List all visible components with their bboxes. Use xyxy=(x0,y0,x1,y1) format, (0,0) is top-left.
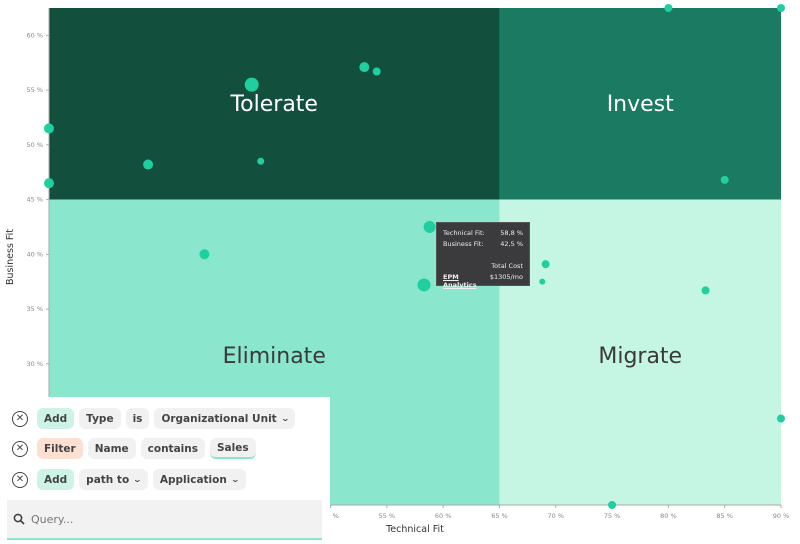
filter-operator-chip[interactable]: contains xyxy=(140,438,205,459)
data-point[interactable] xyxy=(372,67,381,76)
chevron-down-icon: ⌄ xyxy=(132,475,143,484)
filter-action-chip[interactable]: Filter xyxy=(37,438,83,459)
chevron-down-icon: ⌄ xyxy=(280,414,290,423)
tooltip-technical-value: 58,8 % xyxy=(500,229,523,237)
data-point[interactable] xyxy=(777,4,785,12)
filter-value-input[interactable]: Sales xyxy=(209,438,256,459)
tooltip-cost-value: $1305/mo xyxy=(489,273,523,281)
x-tick-label: 85 % xyxy=(716,512,733,520)
y-tick-label: 30 % xyxy=(26,360,43,368)
quadrant-label: Eliminate xyxy=(223,344,326,369)
filter-row: ✕ Filter Name contains Sales xyxy=(12,438,256,459)
target-type-label: Application xyxy=(159,473,227,486)
filter-panel: ✕ Add Type is Organizational Unit ⌄ ✕ Fil… xyxy=(0,397,330,544)
x-tick-label: 55 % xyxy=(379,512,396,520)
data-point[interactable] xyxy=(777,414,785,423)
filter-row: ✕ Add Type is Organizational Unit ⌄ xyxy=(12,408,296,429)
data-point[interactable] xyxy=(608,501,617,509)
data-point[interactable] xyxy=(701,286,710,295)
filter-row: ✕ Add path to ⌄ Application ⌄ xyxy=(12,469,246,490)
data-point[interactable] xyxy=(417,278,431,292)
quadrant-label: Migrate xyxy=(598,344,682,369)
tooltip-cost-label: Total Cost xyxy=(491,262,523,270)
x-axis-title: Technical Fit xyxy=(385,524,444,535)
filter-action-chip[interactable]: Add xyxy=(37,408,75,429)
x-tick-label: 70 % xyxy=(548,512,565,520)
data-point[interactable] xyxy=(44,123,54,134)
data-point[interactable] xyxy=(539,278,546,285)
circle-x-icon[interactable]: ✕ xyxy=(12,440,28,457)
data-point[interactable] xyxy=(44,178,54,189)
search-icon xyxy=(13,513,25,525)
point-tooltip: Technical Fit: 58,8 % Business Fit: 42,5 %… xyxy=(436,222,530,289)
y-tick-label: 35 % xyxy=(26,305,43,313)
data-point[interactable] xyxy=(359,62,370,73)
x-tick-label: 90 % xyxy=(773,512,790,520)
tooltip-business-value: 42,5 % xyxy=(500,240,523,248)
data-point[interactable] xyxy=(244,77,259,92)
x-tick-label: 75 % xyxy=(604,512,621,520)
data-point[interactable] xyxy=(664,4,673,12)
filter-value-label: Organizational Unit xyxy=(161,412,277,425)
filter-field-chip[interactable]: Type xyxy=(79,408,121,429)
x-tick-label: 60 % xyxy=(435,512,452,520)
relation-label: path to xyxy=(86,473,130,486)
data-point[interactable] xyxy=(541,260,550,269)
filter-value-dropdown[interactable]: Organizational Unit ⌄ xyxy=(154,408,296,429)
y-tick-label: 60 % xyxy=(26,31,43,39)
quadrant-label: Invest xyxy=(607,92,674,117)
target-type-dropdown[interactable]: Application ⌄ xyxy=(152,469,246,490)
quadrant-label: Tolerate xyxy=(229,92,318,117)
query-field[interactable] xyxy=(7,500,322,540)
x-tick-label: 65 % xyxy=(491,512,508,520)
data-point[interactable] xyxy=(143,159,154,170)
data-point[interactable] xyxy=(720,175,729,184)
y-tick-label: 45 % xyxy=(26,196,43,204)
query-input[interactable] xyxy=(31,512,311,526)
data-point[interactable] xyxy=(257,157,265,165)
relation-dropdown[interactable]: path to ⌄ xyxy=(79,469,148,490)
filter-field-chip[interactable]: Name xyxy=(87,438,136,459)
circle-x-icon[interactable]: ✕ xyxy=(12,410,28,427)
circle-x-icon[interactable]: ✕ xyxy=(12,471,28,488)
tooltip-business-label: Business Fit: xyxy=(443,240,484,248)
x-tick-label: 80 % xyxy=(660,512,677,520)
y-tick-label: 40 % xyxy=(26,250,43,258)
y-tick-label: 50 % xyxy=(26,141,43,149)
data-point[interactable] xyxy=(423,220,436,233)
tooltip-technical-label: Technical Fit: xyxy=(443,229,485,237)
data-point[interactable] xyxy=(199,249,210,260)
tooltip-app-link[interactable]: EPM Analytics xyxy=(443,273,490,289)
filter-operator-chip[interactable]: is xyxy=(125,408,150,429)
filter-action-chip[interactable]: Add xyxy=(37,469,75,490)
chevron-down-icon: ⌄ xyxy=(230,475,240,484)
y-tick-label: 55 % xyxy=(26,86,43,94)
y-axis-title: Business Fit xyxy=(5,229,16,285)
